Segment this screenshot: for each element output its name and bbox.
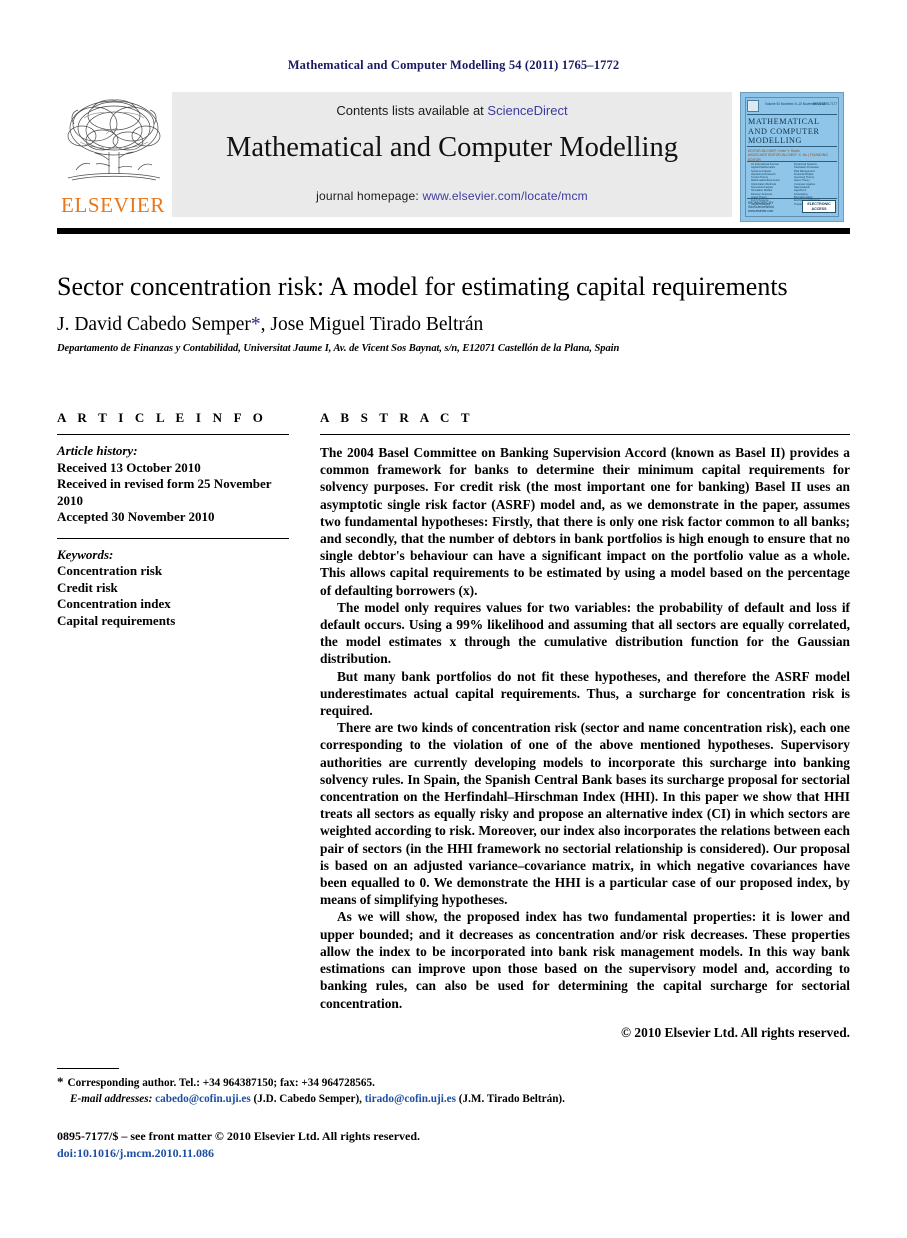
email-owner-2: (J.M. Tirado Beltrán).	[458, 1093, 565, 1105]
cover-title: MATHEMATICAL AND COMPUTER MODELLING	[748, 117, 820, 145]
article-history-block: Article history: Received 13 October 201…	[57, 443, 289, 526]
masthead-bottom-rule	[57, 228, 850, 234]
corresponding-author-text: Corresponding author. Tel.: +34 96438715…	[67, 1077, 375, 1089]
journal-masthead: ELSEVIER Contents lists available at Sci…	[57, 92, 850, 224]
sciencedirect-link[interactable]: ScienceDirect	[487, 103, 567, 118]
abstract-paragraph: The 2004 Basel Committee on Banking Supe…	[320, 445, 850, 598]
article-history-accepted: Accepted 30 November 2010	[57, 509, 215, 524]
footnote-separator	[57, 1068, 119, 1070]
affiliation: Departamento de Finanzas y Contabilidad,…	[57, 343, 620, 354]
email-footnote: E-mail addresses: cabedo@cofin.uji.es (J…	[57, 1091, 677, 1107]
cover-top-row: Volume 54 Numbers 9–10 November 2011 ISS…	[747, 100, 837, 112]
contents-line: Contents lists available at ScienceDirec…	[172, 103, 732, 118]
doi-link[interactable]: doi:10.1016/j.mcm.2010.11.086	[57, 1145, 677, 1162]
abstract-body: The 2004 Basel Committee on Banking Supe…	[320, 444, 850, 1041]
journal-title: Mathematical and Computer Modelling	[226, 132, 678, 163]
keywords-block: Keywords: Concentration risk Credit risk…	[57, 547, 289, 630]
corresponding-author-footnote: * Corresponding author. Tel.: +34 9643871…	[57, 1074, 677, 1091]
keywords-rule: Keywords: Concentration risk Credit risk…	[57, 537, 289, 630]
cover-issn-line: ISSN 0895-7177	[813, 102, 837, 106]
cover-rule-toc	[747, 161, 837, 162]
running-head: Mathematical and Computer Modelling 54 (…	[287, 58, 620, 72]
abstract-paragraph: But many bank portfolios do not fit thes…	[320, 668, 850, 719]
elsevier-wordmark: ELSEVIER	[61, 193, 165, 217]
footnote-star-marker: *	[57, 1074, 64, 1089]
page-title: Sector concentration risk: A model for e…	[57, 272, 788, 301]
abstract-paragraph: There are two kinds of concentration ris…	[320, 720, 850, 908]
journal-cover-thumbnail: Volume 54 Numbers 9–10 November 2011 ISS…	[740, 92, 844, 222]
keyword-item: Concentration index	[57, 596, 171, 611]
cover-rule-top	[747, 114, 837, 115]
email-link-1[interactable]: cabedo@cofin.uji.es	[155, 1093, 251, 1105]
author-2: , Jose Miguel Tirado Beltrán	[260, 314, 484, 335]
front-matter-line: 0895-7177/$ – see front matter © 2010 El…	[57, 1129, 421, 1143]
article-history-label: Article history:	[57, 443, 138, 458]
email-link-2[interactable]: tirado@cofin.uji.es	[365, 1093, 456, 1105]
article-history-received: Received 13 October 2010	[57, 459, 201, 475]
abstract-rule	[320, 434, 850, 435]
keyword-item: Concentration risk	[57, 563, 163, 578]
contents-prefix: Contents lists available at	[336, 103, 488, 118]
imprint-block: 0895-7177/$ – see front matter © 2010 El…	[57, 1128, 677, 1162]
homepage-prefix: journal homepage:	[316, 189, 423, 203]
article-info-column: A R T I C L E I N F O Article history: R…	[57, 410, 289, 629]
journal-homepage-line: journal homepage: www.elsevier.com/locat…	[172, 189, 732, 203]
keyword-item: Credit risk	[57, 579, 118, 595]
abstract-column: A B S T R A C T The 2004 Basel Committee…	[320, 410, 850, 1041]
abstract-paragraph: As we will show, the proposed index has …	[320, 909, 850, 1011]
article-info-heading: A R T I C L E I N F O	[57, 410, 268, 425]
cover-rule-bottom	[747, 198, 837, 199]
abstract-copyright: © 2010 Elsevier Ltd. All rights reserved…	[621, 1024, 850, 1040]
cover-sponsor-text: SPONSORED BY GeoScienceWorld www.elsevie…	[748, 201, 774, 214]
email-addresses-label: E-mail addresses:	[70, 1093, 153, 1105]
cover-rule-mid	[747, 146, 837, 147]
keywords-label: Keywords:	[57, 546, 114, 562]
elsevier-logo: ELSEVIER	[57, 92, 169, 224]
cover-electronic-access-badge: ELECTRONIC ACCESS	[802, 200, 836, 213]
journal-homepage-link[interactable]: www.elsevier.com/locate/mcm	[422, 189, 587, 203]
corresponding-author-marker: *	[250, 314, 261, 335]
keyword-item: Capital requirements	[57, 612, 176, 628]
article-first-page: Mathematical and Computer Modelling 54 (…	[0, 0, 907, 1238]
cover-elsevier-mark-icon	[747, 100, 759, 112]
article-info-rule	[57, 434, 289, 435]
article-history-revised: Received in revised form 25 November 201…	[57, 476, 272, 508]
abstract-paragraph: The model only requires values for two v…	[320, 599, 850, 667]
cover-bottom-row: SPONSORED BY GeoScienceWorld www.elsevie…	[748, 200, 836, 216]
sciencedirect-banner: Contents lists available at ScienceDirec…	[172, 92, 732, 217]
title-block: Sector concentration risk: A model for e…	[57, 272, 850, 354]
email-owner-1: (J.D. Cabedo Semper),	[253, 1093, 362, 1105]
abstract-heading: A B S T R A C T	[320, 410, 474, 425]
author-list: J. David Cabedo Semper*, Jose Miguel Tir…	[57, 313, 850, 336]
elsevier-tree-icon	[62, 94, 166, 192]
author-1: J. David Cabedo Semper	[57, 314, 251, 335]
footnotes: * Corresponding author. Tel.: +34 9643871…	[57, 1074, 677, 1107]
